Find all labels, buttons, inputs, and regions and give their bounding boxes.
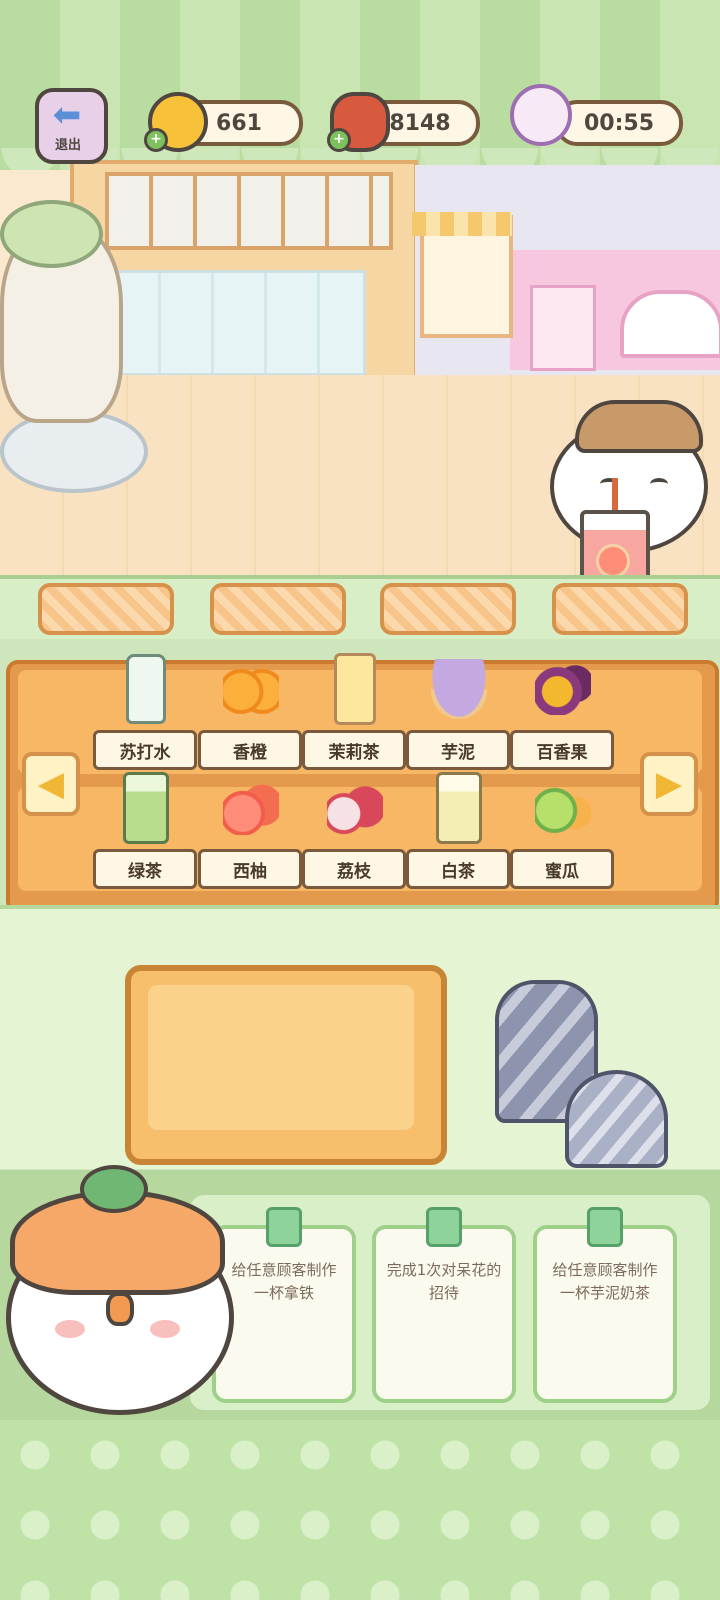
ingredient-label: 绿茶: [93, 849, 197, 889]
ingredient-jasmine-tea[interactable]: 茉莉茶: [302, 653, 406, 774]
taro-paste-icon: [431, 656, 487, 722]
ingredient-label: 荔枝: [302, 849, 406, 889]
clip-icon: [266, 1207, 302, 1247]
ingredient-label: 香橙: [198, 730, 302, 770]
quest-card-3[interactable]: 给任意顾客制作一杯芋泥奶茶: [533, 1207, 677, 1403]
counter-slot-1[interactable]: [38, 583, 174, 635]
add-meat-icon[interactable]: +: [327, 128, 351, 152]
back-arrow-icon: ⬅: [52, 95, 82, 135]
ingredient-orange[interactable]: 香橙: [198, 656, 302, 774]
soda-bottle-icon: [118, 654, 174, 724]
counter-slot-2[interactable]: [210, 583, 346, 635]
bottom-decoration: [0, 1420, 720, 1600]
timer-display: 00:55: [555, 100, 683, 146]
clip-icon: [426, 1207, 462, 1247]
passion-fruit-icon: [535, 656, 591, 722]
orange-icon: [223, 656, 279, 722]
mascot-leaf: [80, 1165, 148, 1213]
white-tea-icon: [431, 772, 487, 844]
right-shop-awning: [412, 212, 512, 236]
ingredient-taro-paste[interactable]: 芋泥: [406, 656, 510, 774]
ingredient-label: 芋泥: [406, 730, 510, 770]
customer-goggles-hat: [575, 400, 703, 453]
ingredient-passion-fruit[interactable]: 百香果: [510, 656, 614, 774]
green-tea-icon: [118, 772, 174, 844]
ingredient-melon[interactable]: 蜜瓜: [510, 775, 614, 893]
ingredient-lychee[interactable]: 荔枝: [302, 775, 406, 893]
ingredient-label: 茉莉茶: [302, 730, 406, 770]
left-shop-window: [105, 172, 393, 250]
counter-slot-4[interactable]: [552, 583, 688, 635]
add-coins-icon[interactable]: +: [144, 128, 168, 152]
mascot-blush-left: [55, 1320, 85, 1338]
quest-text: 给任意顾客制作一杯拿铁: [231, 1261, 337, 1302]
customer-eye-right: [650, 478, 668, 490]
ingredient-white-tea[interactable]: 白茶: [406, 772, 510, 893]
ingredient-label: 西柚: [198, 849, 302, 889]
melon-icon: [535, 775, 591, 841]
ingredient-label: 蜜瓜: [510, 849, 614, 889]
ingredient-grapefruit[interactable]: 西柚: [198, 775, 302, 893]
mascot-blush-right: [150, 1320, 180, 1338]
quest-text: 完成1次对呆花的招待: [386, 1261, 502, 1302]
ingredient-soda[interactable]: 苏打水: [93, 654, 197, 774]
prev-page-arrow-icon[interactable]: ◀: [22, 752, 80, 816]
next-page-arrow-icon[interactable]: ▶: [640, 752, 698, 816]
left-shop-glass-front: [105, 270, 366, 376]
ingredient-label: 白茶: [406, 849, 510, 889]
quest-card-2[interactable]: 完成1次对呆花的招待: [372, 1207, 516, 1403]
ingredient-label: 苏打水: [93, 730, 197, 770]
grapefruit-icon: [223, 775, 279, 841]
statue-hat: [0, 200, 103, 268]
ingredient-green-tea[interactable]: 绿茶: [93, 772, 197, 893]
right-shop-door: [530, 285, 596, 371]
exit-label: 退出: [54, 138, 81, 153]
alarm-clock-icon: [510, 84, 572, 146]
counter-slot-3[interactable]: [380, 583, 516, 635]
shaker-lid-icon[interactable]: [565, 1070, 668, 1168]
ingredient-label: 百香果: [510, 730, 614, 770]
quest-text: 给任意顾客制作一杯芋泥奶茶: [552, 1261, 658, 1302]
lychee-icon: [327, 775, 383, 841]
jasmine-tea-icon: [327, 653, 383, 725]
right-shop-window: [620, 290, 720, 358]
clip-icon: [587, 1207, 623, 1247]
preparation-tray-surface: [148, 985, 414, 1130]
mascot-beak: [106, 1292, 134, 1326]
